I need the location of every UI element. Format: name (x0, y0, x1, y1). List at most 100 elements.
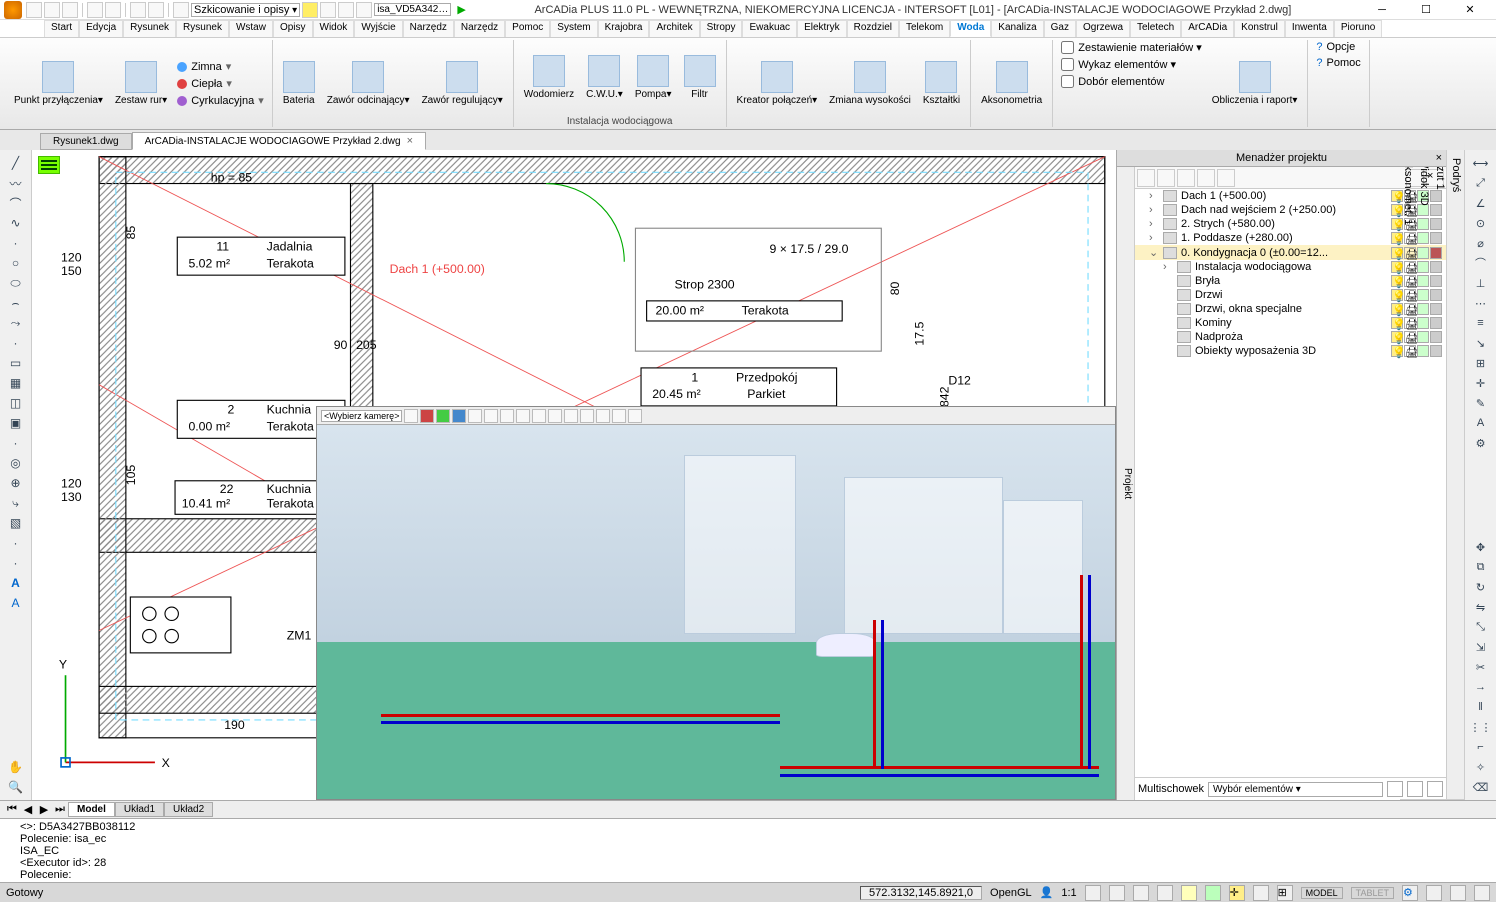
qat-bulb-icon[interactable] (302, 2, 318, 18)
menu-tab-rysunek[interactable]: Rysunek (176, 20, 229, 37)
dim-style-icon[interactable]: ⚙ (1467, 434, 1494, 452)
v3d-ico6[interactable] (484, 409, 498, 423)
offset-icon[interactable]: ‖ (1467, 698, 1494, 716)
sb-ico6[interactable] (1205, 885, 1221, 901)
target-icon[interactable]: ⊕ (2, 474, 29, 492)
dim-edit-icon[interactable]: ✎ (1467, 394, 1494, 412)
v3d-ico13[interactable] (596, 409, 610, 423)
status-scale[interactable]: 1:1 (1061, 887, 1076, 899)
chk-dobór[interactable]: Dobór elementów (1059, 74, 1204, 89)
text-a-icon[interactable]: A (2, 594, 29, 612)
ribbon-opcje[interactable]: ? Opcje (1314, 40, 1362, 54)
sb-ico3[interactable] (1133, 885, 1149, 901)
punkt-przylaczenia-button[interactable]: Punkt przyłączenia▾ (10, 40, 107, 127)
ellipse-tool-icon[interactable]: ⬭ (2, 274, 29, 292)
aksonometria-button[interactable]: Aksonometria (977, 40, 1046, 127)
erase-icon[interactable]: ⌫ (1467, 778, 1494, 796)
drawing-canvas[interactable]: 11 Jadalnia 5.02 m² Terakota hp = 85 Dac… (32, 150, 1116, 800)
vtab-podryś[interactable]: Podryś (1448, 150, 1464, 800)
curve-tool-icon[interactable]: ⤳ (2, 314, 29, 332)
layout-uklad2-tab[interactable]: Układ2 (164, 802, 213, 817)
circle-tool-icon[interactable]: ○ (2, 254, 29, 272)
panel-close-icon[interactable]: × (1436, 152, 1442, 164)
ribbon-pomoc[interactable]: ? Pomoc (1314, 56, 1362, 70)
qat-command-combo[interactable]: isa_VD5A342… (374, 3, 451, 16)
v3d-ico15[interactable] (628, 409, 642, 423)
menu-tab-teletech[interactable]: Teletech (1130, 20, 1181, 37)
mirror-icon[interactable]: ⇋ (1467, 598, 1494, 616)
command-line[interactable]: <>: D5A3427BB038112Polecenie: isa_ecISA_… (0, 818, 1496, 882)
menu-tab-gaz[interactable]: Gaz (1044, 20, 1076, 37)
ribbon-kształtki[interactable]: Kształtki (919, 40, 964, 127)
circle2-icon[interactable]: ◎ (2, 454, 29, 472)
maximize-button[interactable]: ☐ (1404, 0, 1448, 20)
menu-tab-stropy[interactable]: Stropy (700, 20, 743, 37)
menu-tab-pioruno[interactable]: Pioruno (1334, 20, 1382, 37)
point-tool-icon[interactable]: · (2, 534, 29, 552)
extend-icon[interactable]: → (1467, 678, 1494, 696)
menu-tab-krajobra[interactable]: Krajobra (598, 20, 650, 37)
menu-tab-rozdziel[interactable]: Rozdziel (847, 20, 899, 37)
minimize-button[interactable]: ─ (1360, 0, 1404, 20)
leader-icon[interactable]: ↘ (1467, 334, 1494, 352)
multischowek-combo[interactable]: Wybór elementów ▾ (1208, 782, 1383, 797)
layout-first-icon[interactable]: ⏮ (4, 803, 20, 816)
ribbon-filtr[interactable]: Filtr (680, 40, 720, 114)
obliczenia-button[interactable]: Obliczenia i raport▾ (1208, 40, 1302, 127)
sb-ico2[interactable] (1109, 885, 1125, 901)
center-icon[interactable]: ✛ (1467, 374, 1494, 392)
sb-tablet-btn[interactable]: TABLET (1351, 887, 1394, 899)
menu-tab-system[interactable]: System (550, 20, 597, 37)
menu-tab-wyjście[interactable]: Wyjście (354, 20, 402, 37)
hatch-tool-icon[interactable]: ▦ (2, 374, 29, 392)
menu-tab-opisy[interactable]: Opisy (273, 20, 313, 37)
menu-tab-telekom[interactable]: Telekom (899, 20, 950, 37)
chk-wykaz[interactable]: Wykaz elementów ▾ (1059, 57, 1204, 72)
sb-ico5[interactable] (1181, 885, 1197, 901)
sb-ico11[interactable] (1450, 885, 1466, 901)
sb-ico10[interactable] (1426, 885, 1442, 901)
ribbon-zawór[interactable]: Zawór odcinający▾ (323, 40, 414, 127)
sb-ico12[interactable] (1474, 885, 1490, 901)
sb-model-btn[interactable]: MODEL (1301, 887, 1343, 899)
sb-ico1[interactable] (1085, 885, 1101, 901)
v3d-ico9[interactable] (532, 409, 546, 423)
pipe-zimna[interactable]: Zimna▾ (175, 59, 266, 74)
vtab-rzut1[interactable]: Rzut 1 (1432, 150, 1448, 800)
rect-tool-icon[interactable]: ▭ (2, 354, 29, 372)
doc-tab[interactable]: ArCADia-INSTALACJE WODOCIAGOWE Przykład … (132, 132, 426, 150)
v3d-ico2[interactable] (420, 409, 434, 423)
qat-open-icon[interactable] (44, 2, 60, 18)
v3d-ico11[interactable] (564, 409, 578, 423)
menu-tab-widok[interactable]: Widok (313, 20, 355, 37)
pm-ico5[interactable] (1217, 169, 1235, 187)
status-human-icon[interactable]: 👤 (1040, 886, 1054, 899)
layout-model-tab[interactable]: Model (68, 802, 115, 817)
pm-ico3[interactable] (1177, 169, 1195, 187)
sb-snap-icon[interactable]: ✛ (1229, 885, 1245, 901)
menu-tab-wstaw[interactable]: Wstaw (229, 20, 273, 37)
pan-icon[interactable]: ✋ (2, 758, 29, 776)
layout-next-icon[interactable]: ▶ (36, 803, 52, 816)
arc2-tool-icon[interactable]: ⌢ (2, 294, 29, 312)
pm-ico4[interactable] (1197, 169, 1215, 187)
block-tool-icon[interactable]: ◫ (2, 394, 29, 412)
qat-print-icon[interactable] (105, 2, 121, 18)
pipe-cyrkulacyjna[interactable]: Cyrkulacyjna▾ (175, 93, 266, 108)
array-icon[interactable]: ⋮⋮ (1467, 718, 1494, 736)
qat-page-icon[interactable] (338, 2, 354, 18)
menu-tab-edycja[interactable]: Edycja (79, 20, 123, 37)
copy-icon[interactable]: ⧉ (1467, 558, 1494, 576)
qat-redo-icon[interactable] (148, 2, 164, 18)
menu-tab-rysunek[interactable]: Rysunek (123, 20, 176, 37)
sb-ico8[interactable] (1253, 885, 1269, 901)
trim-icon[interactable]: ✂ (1467, 658, 1494, 676)
v3d-ico8[interactable] (516, 409, 530, 423)
close-button[interactable]: ✕ (1448, 0, 1492, 20)
fillet-icon[interactable]: ⌐ (1467, 738, 1494, 756)
line-tool-icon[interactable]: ╱ (2, 154, 29, 172)
qat-workspace-combo[interactable]: Szkicowanie i opisy ▾ (191, 3, 300, 17)
dim-linear-icon[interactable]: ⟷ (1467, 154, 1494, 172)
v3d-ico12[interactable] (580, 409, 594, 423)
menu-tab-pomoc[interactable]: Pomoc (505, 20, 550, 37)
